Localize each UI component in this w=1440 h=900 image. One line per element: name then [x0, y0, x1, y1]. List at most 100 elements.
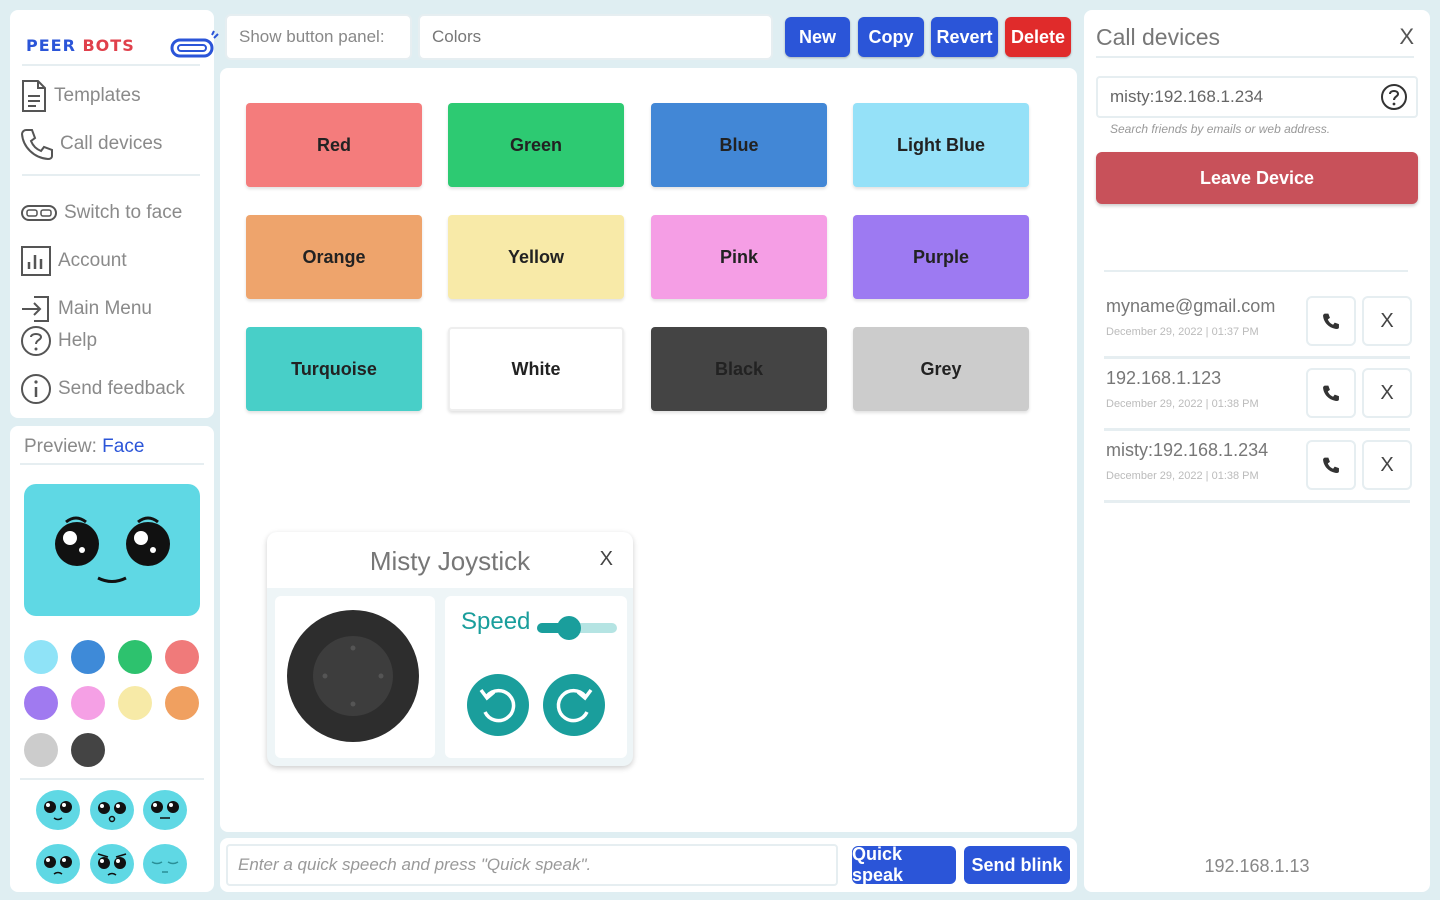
logo: PEER BOTS: [24, 28, 219, 68]
face-expression-surprised[interactable]: [90, 790, 134, 830]
color-button-red[interactable]: Red: [246, 103, 422, 187]
face-color-swatch[interactable]: [71, 640, 105, 674]
divider: [1104, 270, 1408, 272]
face-color-swatch[interactable]: [165, 686, 199, 720]
nav-label: Templates: [54, 85, 141, 106]
preview-panel: Preview: Face: [10, 426, 214, 892]
copy-button[interactable]: Copy: [858, 17, 924, 57]
quick-speech-bar: Enter a quick speech and press "Quick sp…: [220, 838, 1077, 892]
sad-face-icon: [44, 856, 72, 875]
quick-speech-input[interactable]: Enter a quick speech and press "Quick sp…: [226, 844, 838, 886]
nav-switch-to-face[interactable]: Switch to face: [20, 195, 210, 231]
phone-icon: [1323, 385, 1339, 401]
help-icon[interactable]: [1380, 83, 1408, 111]
speed-slider[interactable]: [537, 616, 617, 640]
face-expression-content[interactable]: [143, 790, 187, 830]
call-device-button[interactable]: [1306, 296, 1356, 346]
remove-device-button[interactable]: X: [1362, 296, 1412, 346]
color-button-grey[interactable]: Grey: [853, 327, 1029, 411]
face-color-swatch[interactable]: [24, 640, 58, 674]
quick-speak-button[interactable]: Quick speak: [852, 844, 956, 885]
joystick-controls: Speed: [445, 596, 627, 758]
happy-face-icon: [44, 801, 72, 821]
remove-device-button[interactable]: X: [1362, 368, 1412, 418]
sleepy-face-icon: [151, 861, 179, 873]
face-expression-happy[interactable]: [36, 790, 80, 830]
divider: [20, 778, 204, 780]
call-device-button[interactable]: [1306, 368, 1356, 418]
device-date: December 29, 2022 | 01:38 PM: [1106, 398, 1259, 410]
button-panel-label: Show button panel:: [225, 14, 412, 60]
angry-face-icon: [97, 853, 127, 876]
nav-templates[interactable]: Templates: [20, 78, 210, 114]
face-color-swatch[interactable]: [71, 686, 105, 720]
face-preview: [24, 484, 200, 616]
color-button-black[interactable]: Black: [651, 327, 827, 411]
local-ip-address: 192.168.1.13: [1204, 856, 1310, 876]
nav-label: Help: [58, 330, 98, 351]
sign-in-icon: [22, 296, 49, 322]
face-color-swatch[interactable]: [24, 686, 58, 720]
nav-account[interactable]: Account: [20, 243, 210, 279]
color-button-pink[interactable]: Pink: [651, 215, 827, 299]
color-button-light-blue[interactable]: Light Blue: [853, 103, 1029, 187]
call-devices-panel: Call devices X misty:192.168.1.234 Searc…: [1084, 10, 1430, 892]
preview-title: Preview: Face: [24, 436, 145, 457]
nav-send-feedback[interactable]: Send feedback: [20, 371, 210, 407]
face-expression-angry[interactable]: [90, 844, 134, 884]
nav-label: Main Menu: [58, 298, 152, 319]
leave-device-button[interactable]: Leave Device: [1096, 152, 1418, 204]
nav-main-menu[interactable]: Main Menu: [20, 291, 210, 327]
button-panel-select[interactable]: Colors: [418, 14, 773, 60]
preview-mode: Face: [102, 436, 145, 457]
rotate-left-button[interactable]: [467, 674, 529, 736]
joystick-dialog: Misty Joystick X Speed: [267, 532, 633, 766]
color-button-white[interactable]: White: [448, 327, 624, 411]
speed-slider-knob[interactable]: [557, 616, 581, 640]
content-face-icon: [151, 801, 179, 819]
divider: [1096, 56, 1414, 58]
face-color-swatch[interactable]: [118, 686, 152, 720]
device-date: December 29, 2022 | 01:38 PM: [1106, 470, 1259, 482]
device-name: 192.168.1.123: [1106, 368, 1222, 388]
nav-label: Send feedback: [58, 378, 185, 399]
color-button-purple[interactable]: Purple: [853, 215, 1029, 299]
call-device-button[interactable]: [1306, 440, 1356, 490]
color-button-orange[interactable]: Orange: [246, 215, 422, 299]
device-date: December 29, 2022 | 01:37 PM: [1106, 326, 1259, 338]
face-expression-sleepy[interactable]: [143, 844, 187, 884]
nav-label: Call devices: [60, 133, 163, 154]
rotate-right-button[interactable]: [543, 674, 605, 736]
revert-button[interactable]: Revert: [931, 17, 998, 57]
info-icon: [21, 374, 51, 404]
divider: [1104, 356, 1410, 359]
face-color-swatch[interactable]: [118, 640, 152, 674]
joystick-title: Misty Joystick: [369, 546, 531, 576]
nav-help[interactable]: Help: [20, 323, 210, 359]
joystick-close-button[interactable]: X: [600, 548, 613, 571]
color-button-turquoise[interactable]: Turquoise: [246, 327, 422, 411]
device-name: myname@gmail.com: [1106, 296, 1276, 316]
remove-device-button[interactable]: X: [1362, 440, 1412, 490]
face-color-swatch[interactable]: [24, 733, 58, 767]
rotate-ccw-icon: [479, 688, 516, 723]
face-color-swatch[interactable]: [165, 640, 199, 674]
speed-label: Speed: [461, 608, 531, 635]
phone-icon: [1323, 457, 1339, 473]
robot-visor-logo-icon: [170, 30, 219, 58]
color-button-green[interactable]: Green: [448, 103, 624, 187]
nav-call-devices[interactable]: Call devices: [20, 126, 210, 162]
face-expression-sad[interactable]: [36, 844, 80, 884]
send-blink-button[interactable]: Send blink: [964, 846, 1070, 884]
document-icon: [22, 80, 46, 112]
nav-label: Switch to face: [64, 202, 183, 223]
device-address-hint: Search friends by emails or web address.: [1110, 122, 1331, 136]
call-devices-close-button[interactable]: X: [1399, 24, 1414, 50]
color-button-yellow[interactable]: Yellow: [448, 215, 624, 299]
delete-button[interactable]: Delete: [1005, 17, 1071, 57]
color-button-blue[interactable]: Blue: [651, 103, 827, 187]
new-button[interactable]: New: [785, 17, 850, 57]
device-address-input[interactable]: misty:192.168.1.234: [1096, 76, 1418, 118]
joystick-pad[interactable]: [275, 596, 435, 758]
face-color-swatch[interactable]: [71, 733, 105, 767]
